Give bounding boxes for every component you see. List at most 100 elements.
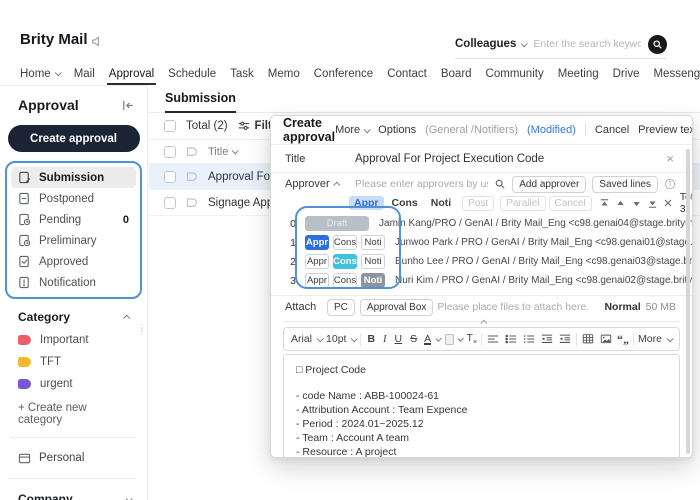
move-down-icon[interactable] [630, 198, 643, 209]
nav-item-home[interactable]: Home [20, 68, 60, 80]
options-button[interactable]: Options [378, 124, 416, 136]
move-top-icon[interactable] [598, 198, 611, 209]
nav-item-community[interactable]: Community [486, 68, 544, 80]
clear-title-icon[interactable]: × [664, 151, 676, 166]
type-noti-button[interactable]: Noti [426, 196, 456, 210]
attach-approval-box-button[interactable]: Approval Box [360, 299, 433, 316]
more-menu[interactable]: More [335, 124, 369, 136]
italic-button[interactable]: I [381, 334, 389, 345]
attach-dropzone[interactable]: Please place files to attach here. [437, 301, 604, 313]
noti-toggle-button[interactable]: Noti [361, 235, 385, 250]
nav-item-contact[interactable]: Contact [387, 68, 427, 80]
table-icon[interactable] [581, 333, 595, 345]
saved-lines-button[interactable]: Saved lines [592, 176, 658, 193]
nav-item-task[interactable]: Task [230, 68, 254, 80]
font-family-select[interactable]: Arial [291, 333, 322, 345]
move-up-icon[interactable] [614, 198, 627, 209]
nav-item-schedule[interactable]: Schedule [168, 68, 216, 80]
flag-icon[interactable] [185, 171, 199, 183]
select-all-checkbox[interactable] [164, 120, 176, 132]
outdent-icon[interactable] [540, 333, 554, 345]
category-item-tft[interactable]: TFT [0, 351, 147, 373]
cancel-button[interactable]: Cancel [595, 124, 629, 136]
flag-icon[interactable] [185, 197, 199, 209]
row-checkbox[interactable] [164, 171, 176, 183]
modified-link[interactable]: (Modified) [527, 124, 576, 136]
nav-item-conference[interactable]: Conference [314, 68, 373, 80]
nav-item-drive[interactable]: Drive [613, 68, 640, 80]
font-size-select[interactable]: 10pt [326, 333, 356, 345]
quote-icon[interactable]: “„ [617, 332, 629, 347]
header-checkbox[interactable] [164, 146, 176, 158]
app-logo[interactable]: Brity Mail [20, 31, 88, 48]
category-item-important[interactable]: Important [0, 329, 147, 351]
info-icon[interactable] [664, 178, 676, 190]
appr-toggle-button[interactable]: Appr [305, 273, 329, 288]
attach-pc-button[interactable]: PC [327, 299, 355, 316]
sidebar-item-approved[interactable]: Approved [11, 251, 136, 272]
attach-mode-label[interactable]: Normal [604, 301, 640, 313]
nav-item-mail[interactable]: Mail [74, 68, 95, 80]
type-cons-button[interactable]: Cons [387, 196, 423, 210]
search-scope-dropdown[interactable]: Colleagues [455, 38, 526, 50]
strikethrough-button[interactable]: S [408, 333, 419, 345]
sidebar-item-postponed[interactable]: Postponed [11, 188, 136, 209]
modal-scrollbar[interactable] [686, 149, 690, 454]
nav-item-messenger[interactable]: Messenger [653, 68, 700, 80]
cons-toggle-button[interactable]: Cons [333, 254, 357, 269]
post-button[interactable]: Post [462, 196, 494, 211]
nav-item-approval[interactable]: Approval [109, 68, 154, 80]
bullet-list-icon[interactable] [504, 333, 518, 345]
font-color-button[interactable]: A [423, 333, 432, 345]
cancel-type-button[interactable]: Cancel [549, 196, 592, 211]
noti-toggle-button[interactable]: Noti [361, 254, 385, 269]
nav-item-meeting[interactable]: Meeting [558, 68, 599, 80]
indent-icon[interactable] [558, 333, 572, 345]
row-checkbox[interactable] [164, 197, 176, 209]
bold-button[interactable]: B [365, 333, 377, 345]
cons-toggle-button[interactable]: Cons [333, 273, 357, 288]
create-category-button[interactable]: + Create new category [0, 395, 147, 428]
chevron-down-icon[interactable] [458, 335, 465, 342]
sidebar-item-company[interactable]: Company [0, 488, 147, 500]
sidebar-item-pending[interactable]: Pending 0 [11, 209, 136, 230]
approver-search-input[interactable]: Please enter approvers by using the Inst… [355, 178, 488, 190]
parallel-button[interactable]: Parallel [500, 196, 545, 211]
align-left-icon[interactable] [486, 333, 500, 345]
nav-item-memo[interactable]: Memo [268, 68, 300, 80]
move-bottom-icon[interactable] [646, 198, 659, 209]
noti-toggle-button[interactable]: Noti [361, 273, 385, 288]
sidebar-item-submission[interactable]: Submission [11, 167, 136, 188]
search-button[interactable] [648, 35, 667, 54]
sidebar-item-notification[interactable]: Notification [11, 272, 136, 293]
preview-text-button[interactable]: Preview text [638, 124, 693, 136]
chevron-up-icon[interactable] [333, 181, 340, 188]
search-input[interactable] [533, 38, 641, 50]
megaphone-icon[interactable] [90, 35, 103, 48]
highlight-color-button[interactable] [445, 334, 455, 345]
search-icon[interactable] [494, 178, 506, 190]
image-icon[interactable] [599, 333, 613, 345]
editor-body[interactable]: □ Project Code - code Name : ABB-100024-… [283, 354, 680, 458]
chevron-up-icon[interactable] [123, 314, 130, 321]
create-approval-button[interactable]: Create approval [8, 125, 140, 152]
sidebar-item-preliminary[interactable]: Preliminary [11, 230, 136, 251]
appr-toggle-button[interactable]: Appr [305, 235, 329, 250]
collapse-panel-icon[interactable] [121, 99, 134, 112]
clear-format-button[interactable]: T× [467, 332, 478, 346]
remove-icon[interactable] [662, 198, 674, 208]
appr-toggle-button[interactable]: Appr [305, 254, 329, 269]
column-title-sort[interactable]: Title [208, 146, 237, 158]
attach-collapse-divider[interactable] [283, 318, 680, 325]
editor-more-menu[interactable]: More [638, 333, 672, 345]
underline-button[interactable]: U [393, 333, 405, 345]
category-item-urgent[interactable]: urgent [0, 373, 147, 395]
nav-item-board[interactable]: Board [441, 68, 472, 80]
cons-toggle-button[interactable]: Cons [333, 235, 357, 250]
sidebar-item-personal[interactable]: Personal [0, 447, 147, 469]
add-approver-button[interactable]: Add approver [512, 176, 586, 193]
type-appr-button[interactable]: Appr [349, 196, 384, 210]
tab-submission[interactable]: Submission [165, 91, 236, 112]
title-field-value[interactable]: Approval For Project Execution Code [355, 153, 664, 165]
chevron-down-icon[interactable] [436, 335, 443, 342]
